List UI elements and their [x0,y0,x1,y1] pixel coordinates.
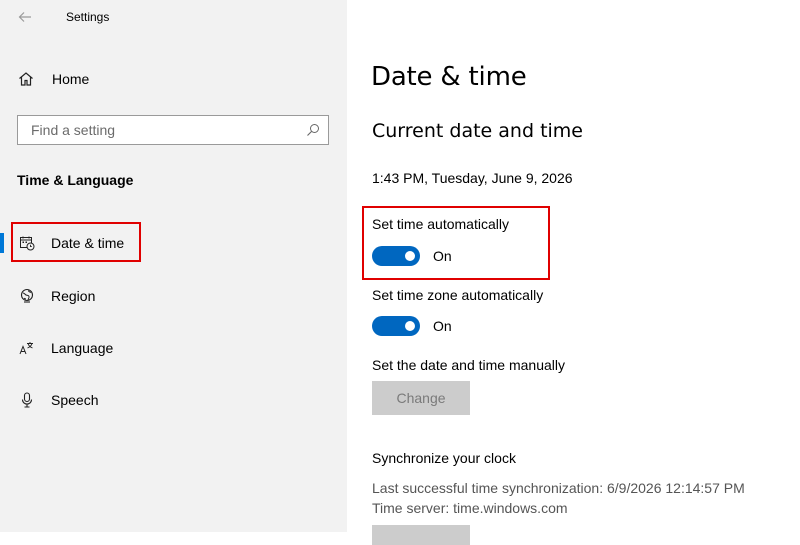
search-box[interactable] [17,115,329,145]
highlight-date-time [11,222,141,262]
manual-datetime-label: Set the date and time manually [372,357,566,373]
change-button[interactable]: Change [372,381,470,415]
language-icon [19,340,35,356]
sync-now-button[interactable] [372,525,470,545]
globe-icon [19,288,35,304]
section-title: Time & Language [17,172,134,188]
sidebar-item-label: Region [51,288,96,304]
sidebar-item-label: Speech [51,392,99,408]
sidebar: Settings Home Time & Language Date & tim… [0,0,347,532]
sidebar-item-language[interactable]: Language [0,330,347,366]
last-sync-text: Last successful time synchronization: 6/… [372,480,745,496]
toggle-knob [405,321,415,331]
current-datetime: 1:43 PM, Tuesday, June 9, 2026 [372,170,573,186]
page-title: Date & time [371,62,527,92]
home-icon [17,70,35,88]
back-arrow-icon[interactable] [17,9,33,25]
home-label: Home [52,71,90,87]
set-timezone-auto-state: On [433,318,452,334]
search-icon[interactable] [306,123,320,137]
time-server-text: Time server: time.windows.com [372,500,568,516]
set-timezone-auto-label: Set time zone automatically [372,287,544,303]
home-nav-item[interactable]: Home [17,68,89,90]
set-timezone-auto-toggle[interactable] [372,316,420,336]
sidebar-item-region[interactable]: Region [0,278,347,314]
highlight-set-time-auto [362,206,550,280]
search-input[interactable] [18,116,311,144]
microphone-icon [19,392,35,408]
sidebar-item-speech[interactable]: Speech [0,382,347,418]
sidebar-item-label: Language [51,340,114,356]
sync-title: Synchronize your clock [372,450,516,466]
section-subtitle: Current date and time [372,120,583,142]
app-title: Settings [66,10,110,24]
main-content: Date & time Current date and time 1:43 P… [347,0,800,545]
